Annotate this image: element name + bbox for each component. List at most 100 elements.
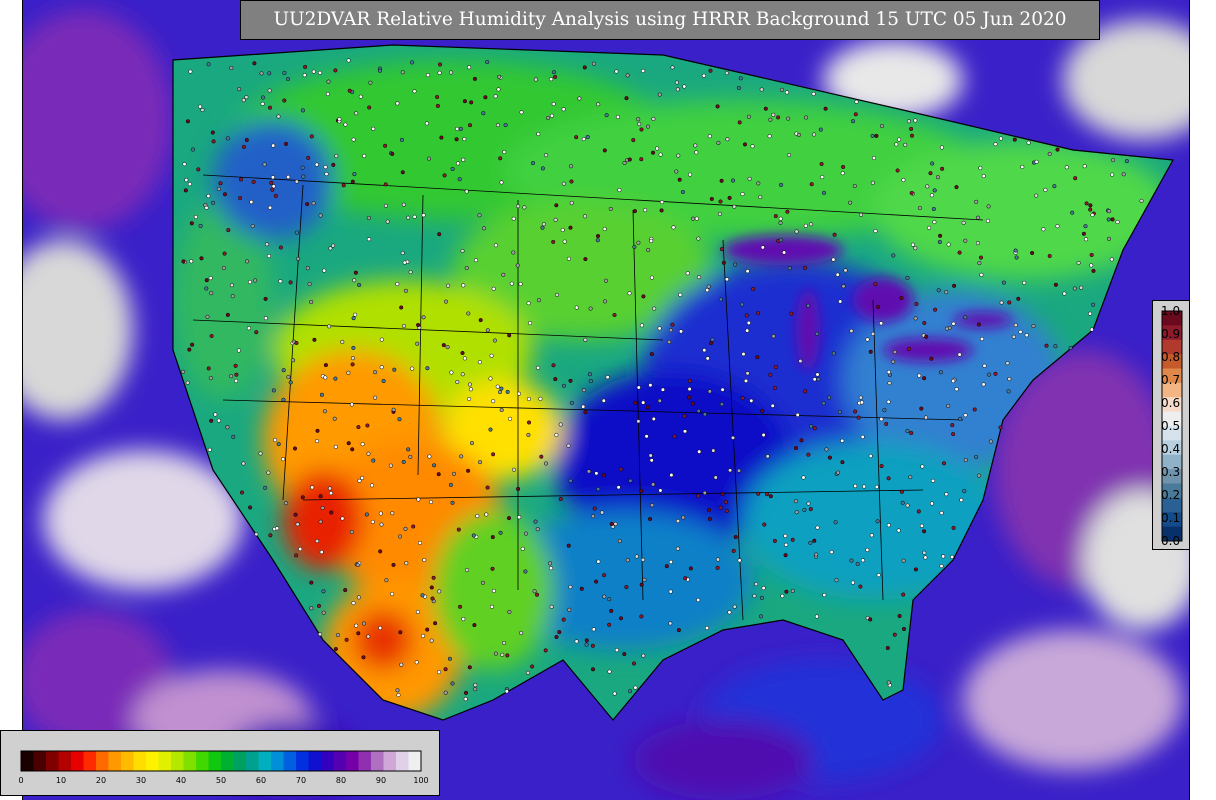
station-dot	[462, 356, 467, 361]
station-dot	[335, 633, 340, 638]
station-dot	[728, 468, 733, 473]
station-dot	[311, 201, 316, 206]
map-graphic	[23, 0, 1189, 800]
station-dot	[961, 220, 966, 225]
station-dot	[309, 580, 314, 585]
station-dot	[617, 539, 622, 544]
station-dot	[356, 595, 361, 600]
station-dot	[760, 408, 765, 413]
station-dot	[520, 546, 525, 551]
station-dot	[209, 333, 214, 339]
station-dot	[451, 471, 457, 476]
station-dot	[1007, 376, 1012, 382]
observation-colorbar: 1.0 0.9 0.8 0.7 0.6 0.5 0.4 0.3 0.2 0.1 0.0	[1152, 300, 1190, 550]
station-dot	[609, 521, 614, 527]
station-dot	[353, 270, 358, 275]
station-dot	[675, 519, 681, 524]
station-dot	[876, 573, 881, 578]
station-dot	[584, 642, 589, 647]
station-dot	[834, 578, 839, 583]
station-dot	[276, 442, 281, 447]
station-dot	[229, 65, 234, 70]
station-dot	[263, 485, 268, 490]
station-dot	[442, 173, 447, 178]
station-dot	[322, 268, 327, 273]
station-dot	[720, 387, 725, 392]
station-dot	[484, 512, 489, 517]
station-dot	[916, 509, 921, 514]
station-dot	[746, 114, 751, 119]
station-dot	[352, 278, 357, 283]
station-dot	[887, 381, 892, 386]
station-dot	[208, 276, 213, 281]
station-dot	[639, 157, 644, 162]
station-dot	[323, 375, 328, 380]
station-dot	[778, 220, 783, 225]
station-dot	[567, 607, 572, 612]
station-dot	[1081, 231, 1086, 236]
station-dot	[633, 400, 638, 405]
station-dot	[360, 442, 365, 447]
station-dot	[919, 406, 924, 411]
station-dot	[260, 95, 265, 100]
station-dot	[211, 200, 216, 205]
station-dot	[951, 321, 956, 326]
station-dot	[715, 557, 721, 562]
station-dot	[333, 444, 338, 449]
station-dot	[713, 475, 718, 480]
station-dot	[892, 349, 897, 355]
station-dot	[780, 593, 785, 599]
station-dot	[874, 484, 879, 489]
station-dot	[185, 119, 190, 124]
station-dot	[998, 136, 1003, 141]
station-dot	[473, 687, 478, 692]
station-dot	[858, 584, 863, 589]
rh-colorbar-tick: 90	[376, 776, 386, 785]
station-dot	[732, 604, 737, 609]
station-dot	[1082, 164, 1087, 169]
station-dot	[209, 291, 214, 296]
station-dot	[436, 472, 441, 477]
station-dot	[595, 238, 600, 243]
station-dot	[694, 216, 699, 221]
station-dot	[320, 505, 325, 510]
station-dot	[467, 665, 472, 670]
station-dot	[1106, 236, 1112, 241]
rh-colorbar-band	[321, 751, 334, 771]
station-dot	[1047, 151, 1052, 156]
station-dot	[246, 326, 251, 331]
station-dot	[244, 137, 249, 143]
station-dot	[547, 561, 553, 566]
station-dot	[776, 115, 781, 120]
station-dot	[793, 445, 799, 451]
station-dot	[972, 407, 977, 412]
station-dot	[270, 175, 275, 180]
station-dot	[254, 532, 259, 537]
relative-humidity-colorbar-graphic: 0 10 20 30 40 50 60 70 80 90 100	[18, 750, 429, 785]
station-dot	[285, 76, 291, 82]
station-dot	[849, 328, 854, 333]
station-dot	[987, 372, 992, 377]
rh-colorbar-band	[158, 751, 172, 771]
station-dot	[771, 334, 776, 339]
station-dot	[886, 370, 891, 375]
station-dot	[485, 328, 490, 333]
station-dot	[477, 360, 482, 365]
station-dot	[264, 242, 270, 247]
rh-colorbar-band	[83, 751, 97, 771]
station-dot	[208, 376, 213, 381]
station-dot	[853, 409, 858, 414]
station-dot	[206, 62, 211, 67]
station-dot	[631, 138, 636, 143]
station-dot	[237, 87, 242, 92]
station-dot	[458, 604, 463, 609]
station-dot	[891, 359, 896, 364]
station-dot	[511, 216, 516, 221]
station-dot	[976, 322, 981, 327]
station-dot	[707, 134, 712, 139]
station-dot	[505, 389, 510, 394]
rh-colorbar-band	[271, 751, 284, 771]
station-dot	[432, 463, 437, 468]
station-dot	[954, 185, 959, 190]
station-dot	[346, 441, 351, 446]
